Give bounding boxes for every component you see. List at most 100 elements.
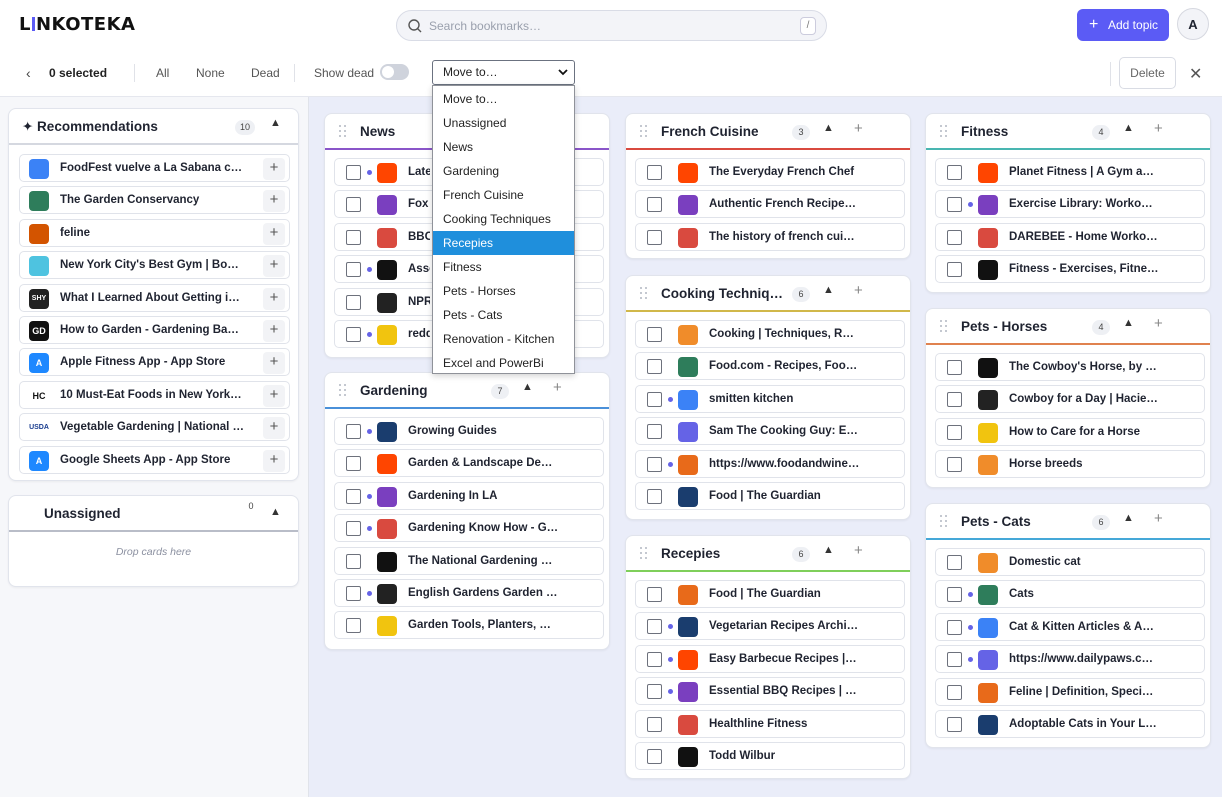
select-checkbox[interactable] — [346, 229, 361, 245]
bookmark-card[interactable]: https://www.foodandwine… — [635, 449, 905, 478]
select-checkbox[interactable] — [947, 619, 962, 635]
bookmark-card[interactable]: How to Care for a Horse — [935, 417, 1205, 446]
select-checkbox[interactable] — [346, 262, 361, 278]
add-recommendation-button[interactable]: + — [263, 255, 285, 278]
column-title[interactable]: French Cuisine — [661, 124, 759, 139]
select-checkbox[interactable] — [346, 197, 361, 213]
move-option[interactable]: Unassigned — [433, 111, 574, 135]
collapse-up-icon[interactable]: ▲ — [823, 122, 834, 134]
move-option[interactable]: Fitness — [433, 255, 574, 279]
move-option[interactable]: News — [433, 135, 574, 159]
collapse-up-icon[interactable]: ▲ — [270, 506, 281, 518]
bookmark-card[interactable]: Cat & Kitten Articles & A… — [935, 612, 1205, 641]
bookmark-card[interactable]: Sam The Cooking Guy: E… — [635, 417, 905, 446]
select-checkbox[interactable] — [947, 165, 962, 180]
column-title[interactable]: Pets - Horses — [961, 319, 1047, 334]
select-checkbox[interactable] — [346, 294, 361, 310]
bookmark-card[interactable]: Growing Guides — [334, 417, 604, 445]
drag-handle-icon[interactable] — [640, 547, 650, 561]
add-recommendation-button[interactable]: + — [263, 449, 285, 472]
collapse-up-icon[interactable]: ▲ — [823, 544, 834, 556]
add-card-icon[interactable]: + — [1154, 510, 1163, 527]
drag-handle-icon[interactable] — [940, 515, 950, 529]
select-checkbox[interactable] — [346, 488, 361, 504]
move-option[interactable]: Excel and PowerBi — [433, 351, 574, 375]
bookmark-card[interactable]: DAREBEE - Home Worko… — [935, 222, 1205, 251]
recommendation-item[interactable]: A Apple Fitness App - App Store + — [19, 348, 290, 377]
select-checkbox[interactable] — [647, 456, 662, 472]
move-option[interactable]: Pets - Horses — [433, 279, 574, 303]
add-recommendation-button[interactable]: + — [263, 352, 285, 375]
bookmark-card[interactable]: Adoptable Cats in Your L… — [935, 710, 1205, 738]
select-checkbox[interactable] — [947, 262, 962, 278]
select-checkbox[interactable] — [647, 587, 662, 602]
bookmark-card[interactable]: The history of french cui… — [635, 222, 905, 251]
move-option[interactable]: Pets - Cats — [433, 303, 574, 327]
add-recommendation-button[interactable]: + — [263, 158, 285, 180]
column-title[interactable]: Gardening — [360, 383, 428, 398]
select-checkbox[interactable] — [947, 587, 962, 603]
select-checkbox[interactable] — [647, 359, 662, 375]
add-recommendation-button[interactable]: + — [263, 222, 285, 245]
select-none-button[interactable]: None — [196, 66, 225, 80]
select-checkbox[interactable] — [647, 684, 662, 700]
bookmark-card[interactable]: English Gardens Garden … — [334, 579, 604, 607]
select-checkbox[interactable] — [647, 391, 662, 407]
select-checkbox[interactable] — [647, 229, 662, 245]
bookmark-card[interactable]: Cooking | Techniques, R… — [635, 320, 905, 348]
show-dead-toggle[interactable] — [380, 64, 409, 80]
select-checkbox[interactable] — [947, 197, 962, 213]
add-card-icon[interactable]: + — [1154, 315, 1163, 332]
recommendation-item[interactable]: feline + — [19, 218, 290, 247]
collapse-up-icon[interactable]: ▲ — [823, 284, 834, 296]
select-checkbox[interactable] — [346, 586, 361, 601]
bookmark-card[interactable]: Food | The Guardian — [635, 482, 905, 510]
collapse-chevron-icon[interactable]: ‹ — [26, 65, 31, 81]
move-option[interactable]: Recepies — [433, 231, 574, 255]
bookmark-card[interactable]: Cowboy for a Day | Hacie… — [935, 385, 1205, 414]
column-title[interactable]: Pets - Cats — [961, 514, 1031, 529]
bookmark-card[interactable]: Exercise Library: Worko… — [935, 190, 1205, 219]
add-card-icon[interactable]: + — [854, 542, 863, 559]
move-option[interactable]: Cooking Techniques — [433, 207, 574, 231]
recommendation-item[interactable]: SHY What I Learned About Getting i… + — [19, 283, 290, 312]
select-dead-button[interactable]: Dead — [251, 66, 280, 80]
bookmark-card[interactable]: The National Gardening … — [334, 546, 604, 575]
delete-button[interactable]: Delete — [1119, 57, 1176, 89]
drag-handle-icon[interactable] — [339, 384, 349, 398]
drag-handle-icon[interactable] — [940, 320, 950, 334]
bookmark-card[interactable]: Todd Wilbur — [635, 742, 905, 770]
add-recommendation-button[interactable]: + — [263, 417, 285, 440]
bookmark-card[interactable]: Garden & Landscape De… — [334, 449, 604, 478]
select-checkbox[interactable] — [947, 457, 962, 473]
select-checkbox[interactable] — [947, 717, 962, 732]
select-checkbox[interactable] — [947, 684, 962, 700]
select-checkbox[interactable] — [346, 424, 361, 439]
select-checkbox[interactable] — [947, 555, 962, 570]
select-checkbox[interactable] — [947, 652, 962, 668]
bookmark-card[interactable]: https://www.dailypaws.c… — [935, 645, 1205, 674]
close-icon[interactable]: ✕ — [1189, 64, 1202, 84]
collapse-up-icon[interactable]: ▲ — [1123, 512, 1134, 524]
bookmark-card[interactable]: The Cowboy's Horse, by … — [935, 353, 1205, 381]
select-checkbox[interactable] — [346, 165, 361, 180]
recommendation-item[interactable]: A Google Sheets App - App Store + — [19, 445, 290, 474]
bookmark-card[interactable]: Vegetarian Recipes Archi… — [635, 612, 905, 641]
add-recommendation-button[interactable]: + — [263, 190, 285, 213]
select-checkbox[interactable] — [647, 197, 662, 213]
drag-handle-icon[interactable] — [339, 125, 349, 139]
bookmark-card[interactable]: Food | The Guardian — [635, 580, 905, 608]
select-checkbox[interactable] — [346, 553, 361, 569]
select-checkbox[interactable] — [947, 424, 962, 440]
bookmark-card[interactable]: Gardening In LA — [334, 481, 604, 510]
move-option[interactable]: Move to… — [433, 87, 574, 111]
move-to-select[interactable]: Move to… — [432, 60, 575, 85]
collapse-up-icon[interactable]: ▲ — [522, 381, 533, 393]
add-topic-button[interactable]: + Add topic — [1077, 9, 1169, 41]
select-checkbox[interactable] — [346, 521, 361, 537]
collapse-up-icon[interactable]: ▲ — [1123, 317, 1134, 329]
bookmark-card[interactable]: Healthline Fitness — [635, 709, 905, 738]
bookmark-card[interactable]: Food.com - Recipes, Foo… — [635, 352, 905, 381]
select-checkbox[interactable] — [647, 424, 662, 440]
bookmark-card[interactable]: smitten kitchen — [635, 384, 905, 413]
